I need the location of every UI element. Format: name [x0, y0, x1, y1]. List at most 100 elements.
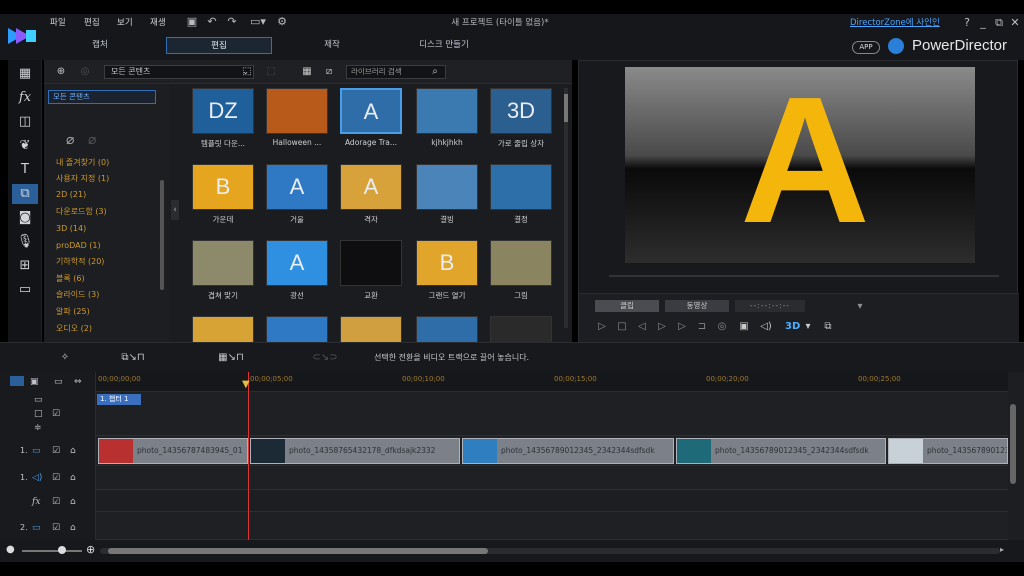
zoom-in-icon[interactable]: ⊕	[86, 543, 95, 556]
transition-tile[interactable]: B 가운데	[192, 164, 254, 225]
tool-group-1-icon[interactable]: ⧉↘⊓	[108, 351, 158, 365]
transition-room-icon[interactable]: ⧉	[12, 184, 38, 204]
tag-remove-icon[interactable]: ⌀	[88, 132, 96, 148]
volume-icon[interactable]: ◁)	[759, 320, 773, 334]
undock-icon[interactable]: ⧉	[821, 320, 835, 334]
fast-forward-icon[interactable]: ▷	[675, 320, 689, 334]
play-icon[interactable]: ▷	[595, 320, 609, 334]
tab-capture[interactable]: 캡처	[50, 37, 150, 54]
notification-icon[interactable]	[888, 38, 904, 54]
content-filter-select[interactable]: 모든 콘텐츠 ⌄	[104, 65, 254, 79]
scroll-right-icon[interactable]: ▸	[1000, 545, 1004, 554]
zoom-out-icon[interactable]: ●	[6, 544, 15, 555]
mark-in-icon[interactable]: ⊐	[695, 320, 709, 334]
subtitle-room-icon[interactable]: ▭	[12, 280, 38, 300]
transition-tile[interactable]: B 그랜드 열기	[416, 240, 478, 301]
view-grid-icon[interactable]: ▦	[300, 65, 314, 79]
title-room-icon[interactable]: T	[12, 160, 38, 180]
category-item[interactable]: 알파 (25)	[56, 305, 90, 319]
remove-icon[interactable]: ⬚	[264, 65, 278, 79]
zoom-slider[interactable]	[22, 550, 82, 552]
category-item[interactable]: 기하학적 (20)	[56, 255, 104, 269]
help-button[interactable]: ?	[960, 16, 974, 30]
save-icon[interactable]: ▣	[186, 16, 198, 28]
tool-group-2-icon[interactable]: ▦↘⊓	[206, 351, 256, 365]
preview-screen[interactable]: A	[625, 67, 975, 263]
transition-tile[interactable]: kjhkjhkh	[416, 88, 478, 147]
category-item[interactable]: 3D (14)	[56, 222, 86, 236]
category-item[interactable]: 2D (21)	[56, 188, 86, 202]
category-scrollbar[interactable]	[160, 180, 164, 290]
category-item[interactable]: 슬라이드 (3)	[56, 288, 99, 302]
particle-room-icon[interactable]: ❦	[12, 136, 38, 156]
transition-tile[interactable]: 겹쳐 맞기	[192, 240, 254, 301]
undo-icon[interactable]: ↶	[206, 16, 218, 28]
preview-seek-bar[interactable]	[609, 275, 999, 277]
playhead-handle-icon[interactable]: ▼	[242, 380, 254, 390]
tab-produce[interactable]: 제작	[282, 37, 382, 54]
playhead[interactable]	[248, 372, 249, 540]
audio-mixing-icon[interactable]: ◙	[12, 208, 38, 228]
transition-tile[interactable]: 교환	[340, 240, 402, 301]
voice-over-icon[interactable]: 🎙	[12, 232, 38, 252]
tag-icon[interactable]: ⌀	[66, 132, 74, 148]
transition-tile[interactable]: A Adorage Tra...	[340, 88, 402, 147]
sort-icon[interactable]: ⧄	[322, 65, 336, 79]
movie-mode-button[interactable]: 동영상	[665, 300, 729, 312]
clip-mode-button[interactable]: 클립	[595, 300, 659, 312]
transition-tile[interactable]	[416, 316, 478, 342]
transition-tile[interactable]: A 거울	[266, 164, 328, 225]
video-clip[interactable]: photo_14356789012345_2342344sdfsdk	[676, 438, 886, 464]
category-item[interactable]: proDAD (1)	[56, 239, 101, 253]
new-folder-icon[interactable]: ⬚	[240, 65, 254, 79]
tool-group-3-icon[interactable]: ⊂↘⊃	[300, 351, 350, 365]
transition-tile[interactable]: A 광선	[266, 240, 328, 301]
transition-tile[interactable]: 결정	[490, 164, 552, 225]
menu-edit[interactable]: 편집	[84, 16, 100, 30]
timecode-display[interactable]: --:--:--:--	[735, 300, 805, 312]
tab-create-disc[interactable]: 디스크 만들기	[394, 37, 494, 54]
next-frame-icon[interactable]: ▷	[655, 320, 669, 334]
aspect-ratio-icon[interactable]: ▭▾	[248, 16, 268, 28]
stop-icon[interactable]: □	[615, 320, 629, 334]
grid-scrollbar-track[interactable]	[564, 88, 568, 328]
search-icon[interactable]: ⌕	[428, 65, 442, 79]
media-room-icon[interactable]: ▦	[12, 64, 38, 84]
effects-room-icon[interactable]: fx	[12, 88, 38, 108]
menu-view[interactable]: 보기	[117, 16, 133, 30]
snapshot-icon[interactable]: ◎	[715, 320, 729, 334]
plugin-icon[interactable]: ◎	[78, 65, 92, 79]
import-icon[interactable]: ⊕	[54, 65, 68, 79]
redo-icon[interactable]: ↷	[226, 16, 238, 28]
zoom-slider-knob[interactable]	[58, 546, 66, 554]
tab-edit[interactable]: 편집	[166, 37, 272, 54]
app-badge[interactable]: APP	[852, 41, 880, 54]
restore-button[interactable]: ⧉	[992, 16, 1006, 30]
display-settings-icon[interactable]: ▣	[737, 320, 751, 334]
video-clip[interactable]: photo_14358765432178_dfkdsajk2332	[250, 438, 460, 464]
transition-tile[interactable]	[266, 316, 328, 342]
timeline-hscroll-thumb[interactable]	[108, 548, 488, 554]
transition-tile[interactable]: DZ 템플릿 다운...	[192, 88, 254, 149]
transition-tile[interactable]: 그림	[490, 240, 552, 301]
video-clip[interactable]: photo_143567890123	[888, 438, 1008, 464]
close-button[interactable]: ✕	[1008, 16, 1022, 30]
minimize-button[interactable]: _	[976, 16, 990, 30]
category-item[interactable]: 다운로드함 (3)	[56, 205, 107, 219]
settings-gear-icon[interactable]: ⚙	[276, 16, 288, 28]
category-item[interactable]: 사용자 지정 (1)	[56, 172, 109, 186]
category-item[interactable]: 내 즐겨찾기 (0)	[56, 156, 109, 170]
chevron-down-icon[interactable]: ▾	[853, 300, 867, 314]
menu-play[interactable]: 재생	[150, 16, 166, 30]
grid-scrollbar-thumb[interactable]	[564, 94, 568, 122]
category-item[interactable]: 오디오 (2)	[56, 322, 92, 336]
pip-room-icon[interactable]: ◫	[12, 112, 38, 132]
transition-tile[interactable]: 결빙	[416, 164, 478, 225]
transition-tile[interactable]	[490, 316, 552, 342]
category-all-content[interactable]: 모든 콘텐츠	[48, 90, 156, 104]
prev-frame-icon[interactable]: ◁	[635, 320, 649, 334]
video-clip[interactable]: photo_14356787483945_01	[98, 438, 248, 464]
timeline-vertical-scrollbar[interactable]	[1010, 404, 1016, 484]
chevron-down-icon[interactable]: ▾	[801, 320, 815, 334]
transition-tile[interactable]	[340, 316, 402, 342]
